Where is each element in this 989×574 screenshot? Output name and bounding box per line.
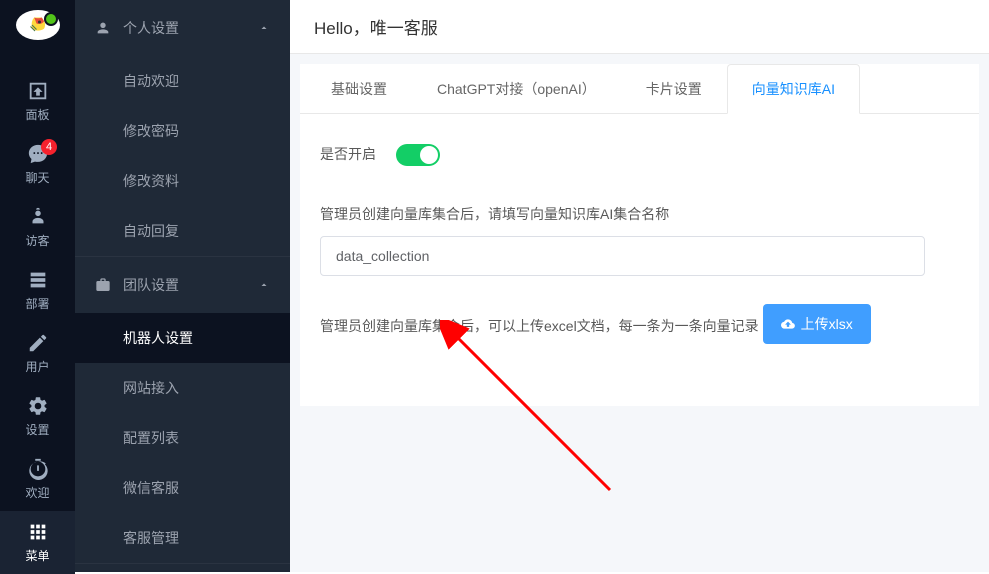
- visitor-icon: [27, 206, 49, 228]
- main-content: Hello，唯一客服 基础设置 ChatGPT对接（openAI） 卡片设置 向…: [290, 0, 989, 572]
- logo-avatar[interactable]: [16, 10, 60, 40]
- nav-menu[interactable]: 菜单: [0, 511, 75, 574]
- nav-user[interactable]: 用户: [0, 322, 75, 385]
- nav-rail: 面板 聊天 4 访客 部署 用户 设置 欢迎 菜单: [0, 0, 75, 572]
- chat-badge: 4: [41, 139, 57, 155]
- tab-card-settings[interactable]: 卡片设置: [621, 64, 727, 114]
- nav-deploy[interactable]: 部署: [0, 259, 75, 322]
- sidebar-section-team[interactable]: 团队设置: [75, 257, 290, 313]
- enable-label: 是否开启: [320, 144, 376, 164]
- sidebar-item-config-list[interactable]: 配置列表: [75, 413, 290, 463]
- nav-chat[interactable]: 聊天 4: [0, 133, 75, 196]
- grid-icon: [27, 521, 49, 543]
- cloud-upload-icon: [781, 317, 795, 331]
- tab-basic-settings[interactable]: 基础设置: [306, 64, 412, 114]
- upload-label: 管理员创建向量库集合后，可以上传excel文档，每一条为一条向量记录: [320, 316, 759, 336]
- sidebar-item-auto-reply[interactable]: 自动回复: [75, 206, 290, 256]
- nav-visitor[interactable]: 访客: [0, 196, 75, 259]
- collection-label: 管理员创建向量库集合后，请填写向量知识库AI集合名称: [320, 204, 669, 224]
- sidebar-item-auto-welcome[interactable]: 自动欢迎: [75, 56, 290, 106]
- sidebar-item-website-access[interactable]: 网站接入: [75, 363, 290, 413]
- chevron-up-icon: [258, 279, 270, 291]
- tabs: 基础设置 ChatGPT对接（openAI） 卡片设置 向量知识库AI: [300, 64, 979, 114]
- sidebar-section-personal[interactable]: 个人设置: [75, 0, 290, 56]
- nav-panel[interactable]: 面板: [0, 70, 75, 133]
- sidebar-item-wechat-service[interactable]: 微信客服: [75, 463, 290, 513]
- sidebar-item-robot-settings[interactable]: 机器人设置: [75, 313, 290, 363]
- sidebar-item-change-password[interactable]: 修改密码: [75, 106, 290, 156]
- sidebar-item-edit-profile[interactable]: 修改资料: [75, 156, 290, 206]
- nav-welcome[interactable]: 欢迎: [0, 448, 75, 511]
- collection-input[interactable]: [320, 236, 925, 276]
- briefcase-icon: [95, 277, 111, 293]
- sidebar: 个人设置 自动欢迎 修改密码 修改资料 自动回复 团队设置 机器人设置 网站接入…: [75, 0, 290, 572]
- tab-chatgpt[interactable]: ChatGPT对接（openAI）: [412, 64, 621, 114]
- page-title: Hello，唯一客服: [290, 0, 989, 54]
- enable-toggle[interactable]: [396, 144, 440, 166]
- dashboard-icon: [27, 80, 49, 102]
- nav-settings[interactable]: 设置: [0, 385, 75, 448]
- user-icon: [95, 20, 111, 36]
- stopwatch-icon: [27, 458, 49, 480]
- deploy-icon: [27, 269, 49, 291]
- tab-vector-kb[interactable]: 向量知识库AI: [727, 64, 860, 114]
- gear-icon: [27, 395, 49, 417]
- chevron-up-icon: [258, 22, 270, 34]
- upload-button[interactable]: 上传xlsx: [763, 304, 871, 344]
- user-edit-icon: [27, 332, 49, 354]
- sidebar-item-service-manage[interactable]: 客服管理: [75, 513, 290, 563]
